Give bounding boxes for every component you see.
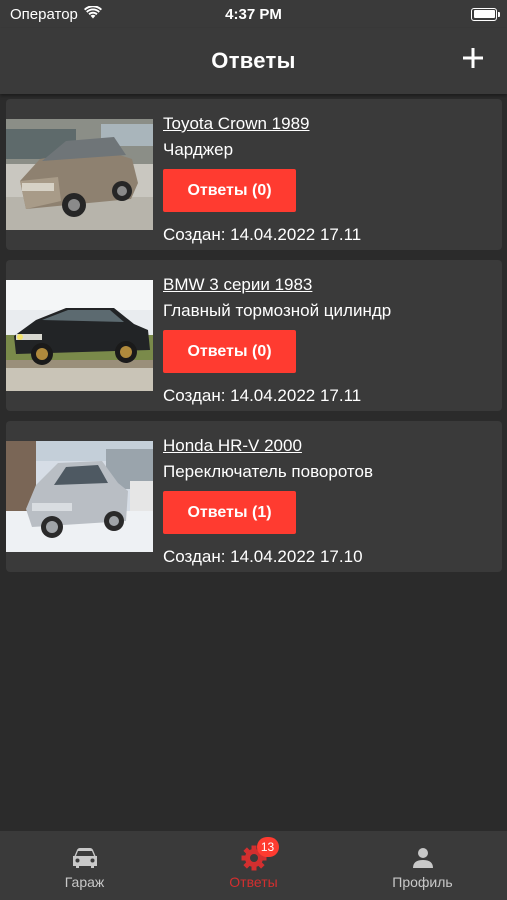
car-title-link[interactable]: BMW 3 серии 1983 [163,274,312,296]
part-name: Чарджер [163,140,234,159]
tab-garage[interactable]: Гараж [0,831,169,900]
notification-badge: 13 [256,837,279,857]
answers-button[interactable]: Ответы (0) [163,330,296,373]
car-title-link[interactable]: Honda HR-V 2000 [163,435,302,457]
answers-button[interactable]: Ответы (1) [163,491,296,534]
person-icon [408,845,438,871]
status-right [337,7,500,21]
gear-icon: 13 [239,837,279,871]
tab-label: Профиль [392,874,453,890]
created-date: Создан: 14.04.2022 17.10 [163,547,363,566]
tab-bar: Гараж 13 Ответы Профиль [0,831,507,900]
card-info: Honda HR-V 2000 Переключатель поворотов … [163,435,494,568]
car-photo[interactable] [6,280,153,391]
part-name: Переключатель поворотов [163,462,374,481]
request-card: BMW 3 серии 1983 Главный тормозной цилин… [6,260,502,411]
carrier-label: Оператор [10,5,78,23]
part-name: Главный тормозной цилиндр [163,301,392,320]
add-request-button[interactable] [455,42,491,78]
car-photo[interactable] [6,441,153,552]
created-date: Создан: 14.04.2022 17.11 [163,386,362,405]
car-icon [70,845,100,871]
tab-label: Гараж [64,874,105,890]
request-card: Toyota Crown 1989 Чарджер Ответы (0) Соз… [6,99,502,250]
plus-icon [462,47,484,74]
page-title: Ответы [211,48,296,73]
tab-answers[interactable]: 13 Ответы [169,831,338,900]
request-card: Honda HR-V 2000 Переключатель поворотов … [6,421,502,572]
wifi-icon [83,4,102,23]
card-info: BMW 3 серии 1983 Главный тормозной цилин… [163,274,494,407]
created-date: Создан: 14.04.2022 17.11 [163,225,362,244]
answers-button[interactable]: Ответы (0) [163,169,296,212]
car-title-link[interactable]: Toyota Crown 1989 [163,113,309,135]
tab-profile[interactable]: Профиль [338,831,507,900]
status-time: 4:37 PM [225,5,282,23]
battery-icon [471,7,500,21]
status-left: Оператор [10,4,170,23]
car-photo[interactable] [6,119,153,230]
status-bar: Оператор 4:37 PM [0,0,507,28]
tab-label: Ответы [229,874,278,890]
card-info: Toyota Crown 1989 Чарджер Ответы (0) Соз… [163,113,494,246]
navigation-bar: Ответы [0,28,507,94]
